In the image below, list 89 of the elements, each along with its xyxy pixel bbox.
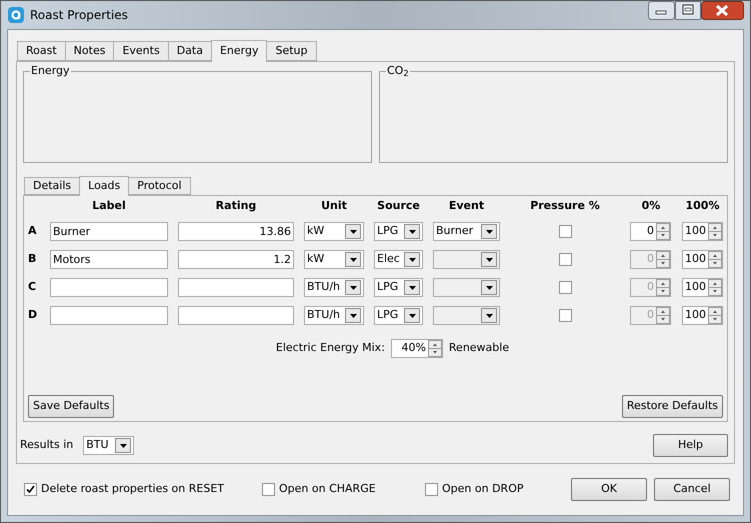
mix-suffix: Renewable	[448, 340, 510, 356]
input-field[interactable]: Motors	[50, 250, 168, 269]
spin-arrows-icon[interactable]	[656, 223, 670, 240]
dropdown-arrow-icon	[350, 314, 356, 318]
tab[interactable]: Protocol	[128, 177, 191, 195]
spin-arrows-icon[interactable]	[428, 340, 442, 357]
dropdown-arrow-icon	[408, 258, 416, 262]
spin-arrows-icon[interactable]	[708, 279, 722, 296]
dropdown[interactable]: LPG	[374, 306, 423, 325]
dropdown-arrow-icon	[408, 286, 416, 290]
input-field[interactable]: 13.86	[178, 222, 294, 241]
dropdown[interactable]: kW	[304, 222, 364, 241]
dropdown-arrow-icon	[408, 314, 416, 318]
dropdown[interactable]: BTU	[83, 436, 134, 455]
checkbox[interactable]	[558, 281, 572, 294]
row-label: A	[28, 223, 38, 240]
cancel-button[interactable]: Cancel	[654, 478, 730, 501]
dropdown[interactable]: LPG	[374, 278, 423, 297]
input-field[interactable]	[178, 278, 294, 297]
column-header: Event	[448, 199, 486, 213]
dropdown-arrow-icon	[350, 230, 356, 234]
column-header: Label	[91, 199, 127, 213]
results-label: Results in	[20, 437, 74, 454]
checkbox[interactable]	[558, 225, 572, 238]
checkbox[interactable]	[24, 483, 37, 496]
checkbox[interactable]	[425, 483, 438, 496]
column-header: 100%	[684, 199, 720, 213]
dropdown-arrow-icon	[350, 286, 356, 290]
tab[interactable]: Notes	[64, 41, 114, 61]
dropdown[interactable]: BTU/h	[304, 306, 364, 325]
spin-box[interactable]: 100	[682, 306, 723, 325]
checkbox[interactable]	[262, 483, 275, 496]
tab[interactable]: Data	[168, 41, 212, 61]
spin-box[interactable]: 40%	[390, 339, 443, 358]
help-button[interactable]: Help	[653, 434, 728, 457]
row-label: B	[28, 251, 38, 268]
dropdown-arrow-icon	[120, 444, 127, 448]
checkbox-label: Open on DROP	[442, 481, 524, 498]
column-header: Unit	[320, 199, 348, 213]
spin-box[interactable]: 100	[682, 250, 723, 269]
window-title: Roast Properties	[30, 7, 128, 24]
spin-box[interactable]: 100	[682, 278, 723, 297]
checkbox[interactable]	[558, 253, 572, 266]
column-header: 0%	[640, 199, 662, 213]
maximize-button[interactable]	[675, 1, 701, 20]
input-field[interactable]	[178, 306, 294, 325]
spin-arrows-icon[interactable]	[708, 251, 722, 268]
spin-arrows-icon[interactable]	[708, 223, 722, 240]
close-button[interactable]	[701, 1, 744, 20]
tab[interactable]: Roast	[17, 41, 66, 61]
tab[interactable]: Setup	[266, 41, 317, 61]
column-header: Source	[376, 199, 421, 213]
input-field[interactable]: Burner	[50, 222, 168, 241]
column-header: Pressure %	[529, 199, 601, 213]
dropdown[interactable]: kW	[304, 250, 364, 269]
column-header: Rating	[214, 199, 258, 213]
dropdown[interactable]: Burner	[433, 222, 500, 241]
group-title: Energy	[30, 64, 71, 78]
input-field[interactable]	[50, 306, 168, 325]
tab[interactable]: Energy	[210, 40, 268, 62]
input-field[interactable]: 1.2	[178, 250, 294, 269]
save-defaults-button[interactable]: Save Defaults	[28, 395, 114, 418]
spin-box[interactable]: 0	[630, 222, 671, 241]
dropdown-arrow-icon	[486, 286, 492, 290]
tab[interactable]: Events	[113, 41, 169, 61]
dropdown-arrow-icon	[408, 230, 416, 234]
mix-label: Electric Energy Mix:	[276, 340, 385, 356]
checkbox-label: Delete roast properties on RESET	[41, 481, 224, 498]
row-label: C	[28, 279, 38, 296]
minimize-button[interactable]	[648, 1, 675, 20]
app-logo-icon	[8, 7, 24, 23]
dropdown[interactable]: BTU/h	[304, 278, 364, 297]
row-label: D	[28, 307, 38, 324]
dropdown[interactable]: LPG	[374, 222, 423, 241]
tab[interactable]: Loads	[79, 176, 130, 196]
ok-button[interactable]: OK	[571, 478, 647, 501]
input-field[interactable]	[50, 278, 168, 297]
spin-arrows-icon[interactable]	[708, 307, 722, 324]
dropdown-arrow-icon	[350, 258, 356, 262]
dropdown-arrow-icon	[486, 258, 492, 262]
checkbox[interactable]	[558, 309, 572, 322]
dropdown-arrow-icon	[486, 314, 492, 318]
checkbox-label: Open on CHARGE	[279, 481, 376, 498]
dropdown[interactable]: Elec	[374, 250, 423, 269]
restore-defaults-button[interactable]: Restore Defaults	[622, 395, 723, 418]
group-title: CO$_{2}$	[386, 64, 410, 78]
spin-box[interactable]: 100	[682, 222, 723, 241]
dropdown-arrow-icon	[486, 230, 492, 234]
tab[interactable]: Details	[24, 177, 80, 195]
